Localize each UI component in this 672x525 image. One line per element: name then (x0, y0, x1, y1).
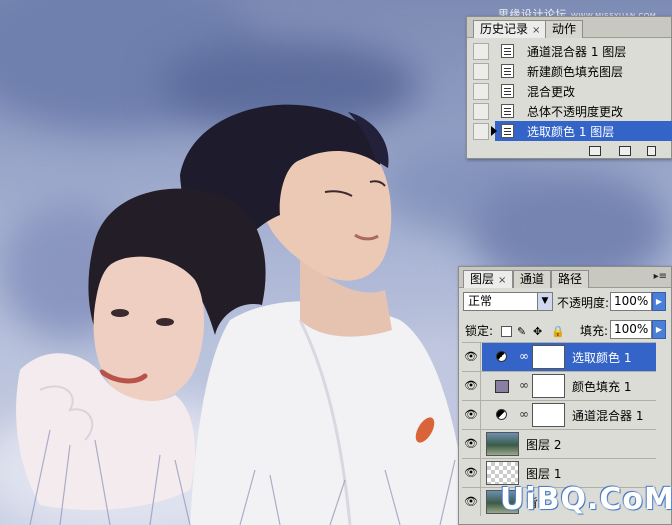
opacity-value: 100% (614, 294, 649, 308)
link-chain-icon[interactable]: ∞ (519, 349, 529, 363)
tab-actions-label: 动作 (552, 22, 577, 36)
lock-all-icon[interactable]: 🔒 (551, 326, 565, 337)
layer-mask-thumbnail[interactable] (532, 345, 565, 369)
history-tab-bar: 历史记录 × 动作 (467, 17, 671, 38)
blend-mode-value: 正常 (468, 294, 493, 308)
history-snapshot-checkbox[interactable] (473, 123, 489, 140)
history-snapshot-checkbox[interactable] (473, 63, 489, 80)
eye-icon[interactable]: 👁 (462, 430, 481, 458)
history-item[interactable]: 混合更改 (473, 81, 665, 101)
layer-name: 图层 2 (526, 438, 562, 452)
eye-icon[interactable]: 👁 (462, 343, 481, 371)
history-state-icon (501, 124, 514, 138)
history-state-icon (501, 44, 514, 58)
tab-paths[interactable]: 路径 (551, 270, 590, 288)
tab-history[interactable]: 历史记录 × (473, 20, 548, 38)
layers-tab-bar: 图层 × 通道 路径 ▸≡ (459, 267, 671, 288)
eye-icon[interactable]: 👁 (462, 488, 481, 516)
tab-layers[interactable]: 图层 × (463, 270, 514, 288)
link-chain-icon[interactable]: ∞ (519, 407, 529, 421)
history-snapshot-checkbox[interactable] (473, 83, 489, 100)
blend-mode-select[interactable]: 正常 ▼ (463, 292, 553, 311)
layer-name: 图层 1 (526, 467, 562, 481)
layer-row[interactable]: 👁 图层 2 (462, 429, 656, 458)
history-item-label: 总体不透明度更改 (527, 105, 624, 119)
fill-slider-arrow-icon[interactable]: ▶ (652, 320, 666, 339)
layer-thumbnail[interactable] (486, 432, 519, 456)
fill-value: 100% (614, 322, 649, 336)
adjustment-layer-icon (496, 409, 507, 420)
layer-name: 选取颜色 1 (572, 351, 632, 365)
history-state-icon (501, 84, 514, 98)
opacity-label: 不透明度: (557, 296, 610, 310)
opacity-field[interactable]: 100% (610, 292, 652, 311)
history-item-label: 选取颜色 1 图层 (527, 125, 615, 139)
lock-position-icon[interactable]: ✥ (533, 326, 544, 337)
fill-field[interactable]: 100% (610, 320, 652, 339)
history-item-label: 混合更改 (527, 85, 576, 99)
layer-row[interactable]: 👁 ∞ 颜色填充 1 (462, 371, 656, 400)
adjustment-layer-icon (496, 351, 507, 362)
history-item[interactable]: 通道混合器 1 图层 (473, 41, 665, 61)
opacity-slider-arrow-icon[interactable]: ▶ (652, 292, 666, 311)
tab-paths-label: 路径 (558, 272, 583, 286)
tab-actions[interactable]: 动作 (545, 20, 584, 38)
history-item[interactable]: 总体不透明度更改 (473, 101, 665, 121)
history-item-selected[interactable]: 选取颜色 1 图层 (473, 121, 672, 141)
eye-icon[interactable]: 👁 (462, 401, 481, 429)
tab-history-label: 历史记录 (480, 22, 529, 36)
delete-state-icon[interactable] (647, 146, 656, 156)
history-snapshot-checkbox[interactable] (473, 103, 489, 120)
history-panel: 历史记录 × 动作 通道混合器 1 图层 新建颜色填充图层 混合更改 总体不透明度… (466, 16, 672, 159)
tab-channels[interactable]: 通道 (513, 270, 552, 288)
link-chain-icon[interactable]: ∞ (519, 378, 529, 392)
eye-icon[interactable]: 👁 (462, 459, 481, 487)
history-item-label: 通道混合器 1 图层 (527, 45, 627, 59)
close-icon[interactable]: × (532, 25, 540, 36)
history-item[interactable]: 新建颜色填充图层 (473, 61, 665, 81)
fill-label: 填充: (580, 324, 609, 338)
lock-image-brush-icon[interactable]: ✎ (517, 326, 528, 337)
history-state-icon (501, 64, 514, 78)
tab-layers-label: 图层 (470, 272, 495, 286)
history-snapshot-checkbox[interactable] (473, 43, 489, 60)
layer-name: 通道混合器 1 (572, 409, 644, 423)
history-item-label: 新建颜色填充图层 (527, 65, 624, 79)
layer-name: 颜色填充 1 (572, 380, 632, 394)
new-snapshot-icon[interactable] (619, 146, 631, 156)
layer-row[interactable]: 👁 ∞ 通道混合器 1 (462, 400, 656, 429)
tab-channels-label: 通道 (520, 272, 545, 286)
eye-icon[interactable]: 👁 (462, 372, 481, 400)
layer-mask-thumbnail[interactable] (532, 403, 565, 427)
layer-row-selected[interactable]: 👁 ∞ 选取颜色 1 (462, 342, 656, 371)
history-state-icon (501, 104, 514, 118)
new-document-from-state-icon[interactable] (589, 146, 601, 156)
panel-menu-icon[interactable]: ▸≡ (654, 271, 667, 282)
lock-transparency-icon[interactable] (501, 326, 512, 337)
chevron-down-icon[interactable]: ▼ (537, 293, 552, 310)
close-icon[interactable]: × (498, 275, 506, 286)
fill-color-swatch[interactable] (495, 380, 509, 393)
lock-label: 锁定: (465, 324, 494, 338)
watermark-bottom: UiBQ.CoM (500, 482, 672, 517)
layer-mask-thumbnail[interactable] (532, 374, 565, 398)
history-state-marker-icon[interactable] (491, 126, 497, 136)
